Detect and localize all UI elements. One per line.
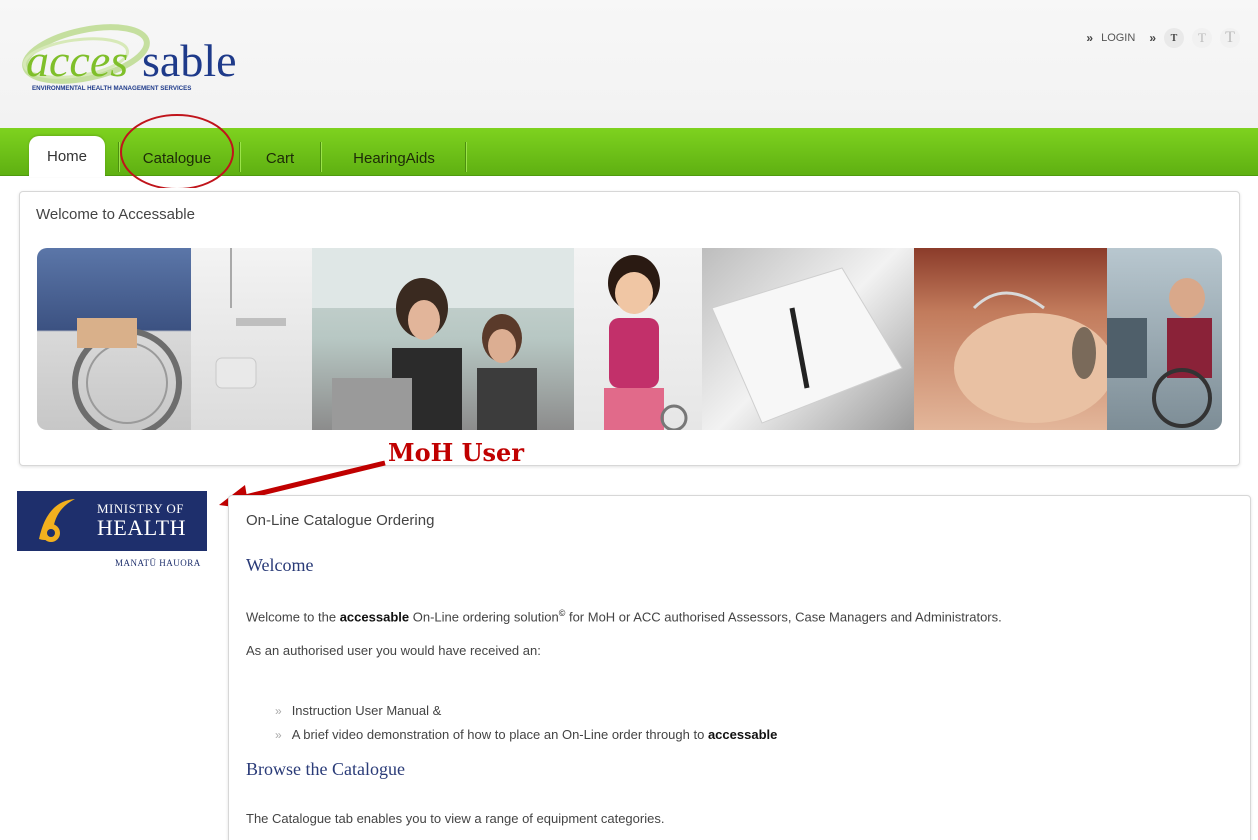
welcome-heading: Welcome [246, 555, 314, 575]
welcome-text-brand: accessable [339, 609, 410, 625]
browse-heading: Browse the Catalogue [246, 759, 405, 779]
annotation-circle [120, 114, 234, 188]
welcome-text-mid: On-Line ordering solution [409, 609, 559, 625]
banner-child-photo [574, 248, 702, 430]
welcome-paragraph: Welcome to the accessable On-Line orderi… [246, 608, 1002, 624]
logo-text-sable: sable [142, 35, 237, 86]
tab-hearingaids[interactable]: HearingAids [332, 140, 456, 176]
moh-logo-subtitle: MANATŪ HAUORA [115, 558, 201, 568]
ministry-of-health-logo: MINISTRY OF HEALTH MANATŪ HAUORA [17, 491, 207, 571]
welcome-text-post: for MoH or ACC authorised Assessors, Cas… [565, 609, 1002, 625]
accessable-logo[interactable]: acces sable ENVIRONMENTAL HEALTH MANAGEM… [16, 14, 286, 104]
bullet-chevron-icon: » [275, 704, 282, 718]
banner-image [37, 248, 1222, 430]
tab-home[interactable]: Home [29, 136, 105, 177]
bullet-chevron-icon: » [275, 728, 282, 742]
chevron-right-icon: » [1149, 31, 1156, 45]
received-paragraph: As an authorised user you would have rec… [246, 643, 541, 658]
browse-paragraph: The Catalogue tab enables you to view a … [246, 811, 665, 826]
banner-office-photo [312, 248, 574, 430]
logo-text-acces: acces [26, 35, 128, 86]
tab-cart[interactable]: Cart [250, 140, 310, 176]
banner-wheelchair-photo [37, 248, 191, 430]
content-panel-title: On-Line Catalogue Ordering [246, 512, 435, 529]
welcome-panel: Welcome to Accessable [19, 191, 1240, 466]
moh-koru-icon [39, 499, 75, 542]
nav-divider [320, 142, 321, 172]
list-item-text: Instruction User Manual & [291, 703, 442, 718]
text-size-medium-button[interactable]: T [1192, 28, 1212, 48]
catalogue-ordering-panel: On-Line Catalogue Ordering Welcome Welco… [228, 495, 1251, 840]
welcome-text-pre: Welcome to the [246, 609, 340, 625]
banner-wheelchair-car-photo [1107, 248, 1222, 430]
welcome-panel-title: Welcome to Accessable [36, 206, 195, 223]
text-size-small-button[interactable]: T [1164, 28, 1184, 48]
list-item: » A brief video demonstration of how to p… [275, 727, 777, 742]
moh-logo-line2: HEALTH [97, 515, 186, 540]
list-item-text: A brief video demonstration of how to pl… [291, 727, 708, 742]
banner-bathroom-photo [191, 248, 312, 430]
logo-tagline: ENVIRONMENTAL HEALTH MANAGEMENT SERVICES [32, 85, 191, 92]
banner-notebook-photo [702, 248, 914, 430]
utility-bar: » LOGIN » T T T [1086, 28, 1240, 48]
nav-divider [465, 142, 466, 172]
text-size-large-button[interactable]: T [1220, 28, 1240, 48]
banner-hearing-aid-photo [914, 248, 1107, 430]
login-link[interactable]: LOGIN [1101, 32, 1135, 44]
moh-logo-box: MINISTRY OF HEALTH [17, 491, 207, 551]
chevron-right-icon: » [1086, 31, 1094, 45]
list-item-brand: accessable [707, 727, 778, 742]
nav-divider [239, 142, 240, 172]
moh-user-annotation: MoH User [388, 438, 524, 467]
list-item: » Instruction User Manual & [275, 703, 441, 718]
